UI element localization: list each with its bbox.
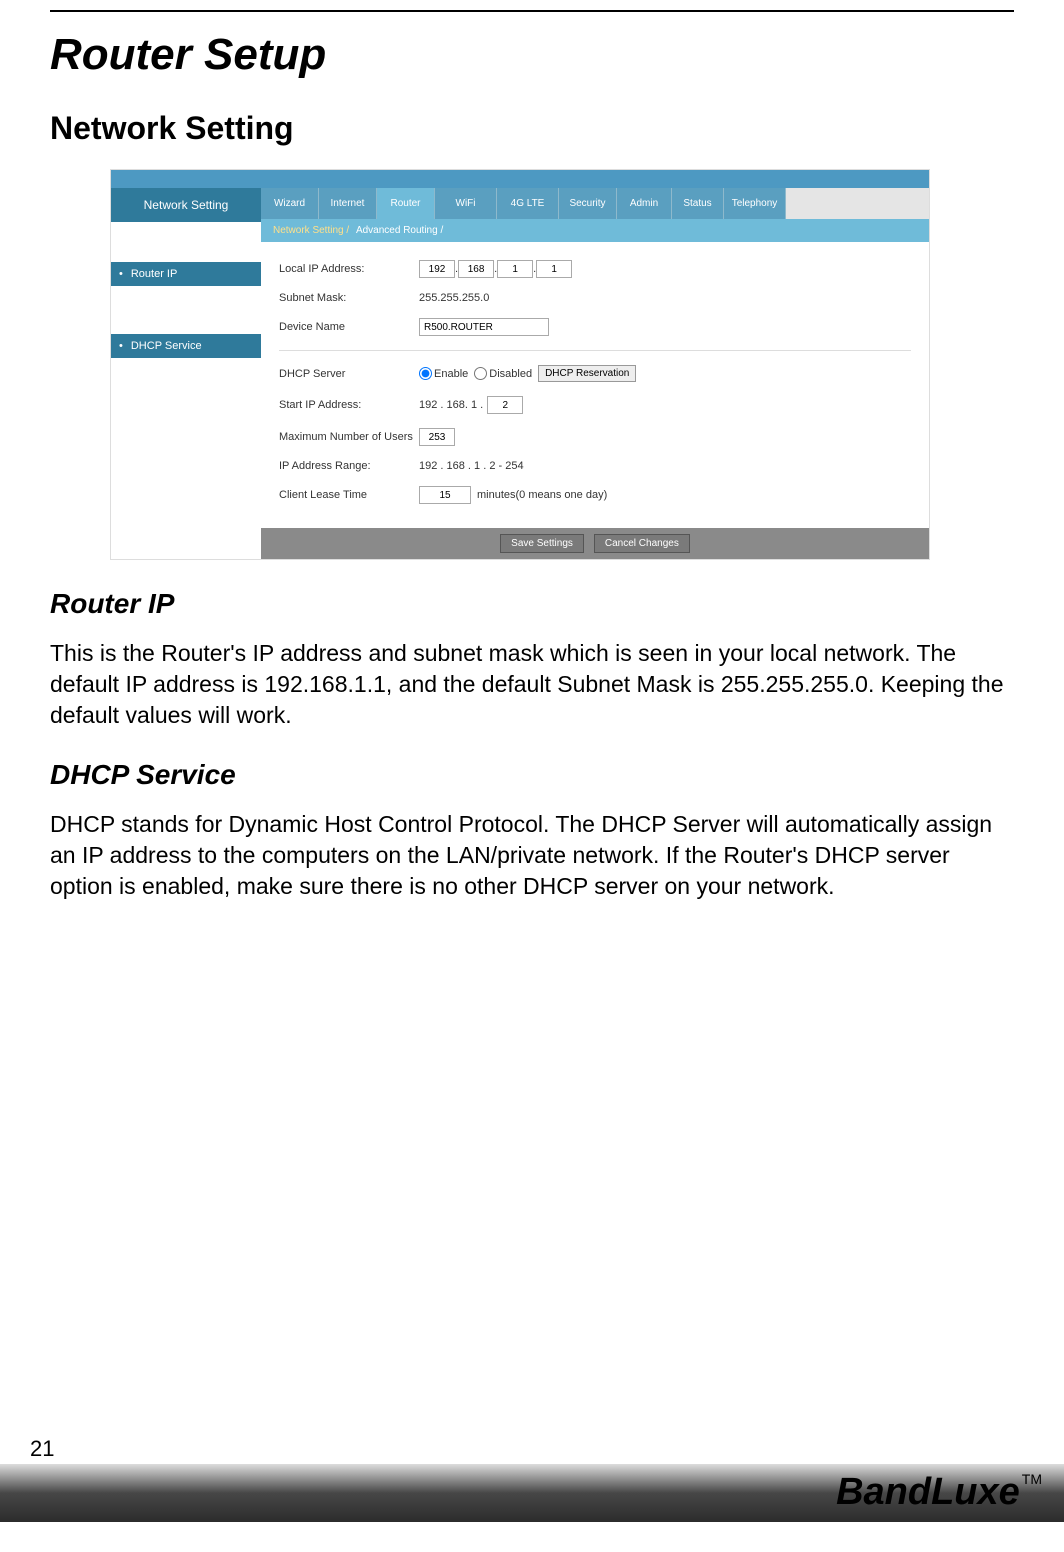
max-users-field[interactable] [419,428,455,446]
top-tabs: Wizard Internet Router WiFi 4G LTE Secur… [261,188,929,219]
start-ip-last-octet[interactable] [487,396,523,414]
label-ip-range: IP Address Range: [279,460,419,472]
tab-status[interactable]: Status [672,188,724,219]
label-subnet-mask: Subnet Mask: [279,292,419,304]
page-top-rule [50,10,1014,12]
brand-text: BandLuxe [836,1471,1020,1513]
value-subnet-mask: 255.255.255.0 [419,292,489,304]
dhcp-enable-radio[interactable] [419,367,432,380]
page-title: Router Setup [50,30,1014,80]
heading-router-ip: Router IP [50,588,1014,620]
trademark-symbol: TM [1022,1471,1042,1487]
action-button-bar: Save Settings Cancel Changes [261,528,929,559]
dhcp-disabled-label: Disabled [489,368,532,380]
label-start-ip: Start IP Address: [279,399,419,411]
device-name-field[interactable] [419,318,549,336]
left-sidebar: Network Setting Router IP DHCP Service [111,188,261,559]
label-local-ip: Local IP Address: [279,263,419,275]
dhcp-disabled-radio[interactable] [474,367,487,380]
tab-4glte[interactable]: 4G LTE [497,188,559,219]
form-area: Local IP Address: . . . Subnet Mask: 255… [261,242,929,528]
sub-tab-bar: Network Setting / Advanced Routing / [261,219,929,242]
sidebar-dhcp-service[interactable]: DHCP Service [111,334,261,358]
router-admin-screenshot: Network Setting Router IP DHCP Service W… [110,169,930,560]
brand-logo: BandLuxeTM [836,1471,1042,1514]
tab-router[interactable]: Router [377,188,435,219]
tab-telephony[interactable]: Telephony [724,188,786,219]
tab-wifi[interactable]: WiFi [435,188,497,219]
paragraph-router-ip: This is the Router's IP address and subn… [50,638,1014,731]
tab-admin[interactable]: Admin [617,188,672,219]
sidebar-network-setting[interactable]: Network Setting [111,188,261,222]
subtab-network-setting[interactable]: Network Setting / [273,225,349,236]
subtab-advanced-routing[interactable]: Advanced Routing / [356,225,443,236]
lease-time-field[interactable] [419,486,471,504]
lease-time-suffix: minutes(0 means one day) [477,489,607,501]
page-number: 21 [30,1436,54,1462]
local-ip-octet4[interactable] [536,260,572,278]
local-ip-octet3[interactable] [497,260,533,278]
save-settings-button[interactable]: Save Settings [500,534,584,553]
section-heading: Network Setting [50,110,1014,147]
tab-internet[interactable]: Internet [319,188,377,219]
paragraph-dhcp-service: DHCP stands for Dynamic Host Control Pro… [50,809,1014,902]
cancel-changes-button[interactable]: Cancel Changes [594,534,690,553]
label-dhcp-server: DHCP Server [279,368,419,380]
label-lease-time: Client Lease Time [279,489,419,501]
divider [279,350,911,351]
label-max-users: Maximum Number of Users [279,431,419,443]
start-ip-prefix: 192 . 168. 1 . [419,399,483,411]
local-ip-octet2[interactable] [458,260,494,278]
value-ip-range: 192 . 168 . 1 . 2 - 254 [419,460,524,472]
sidebar-router-ip[interactable]: Router IP [111,262,261,286]
dhcp-enable-label: Enable [434,368,468,380]
local-ip-octet1[interactable] [419,260,455,278]
tab-security[interactable]: Security [559,188,617,219]
tab-wizard[interactable]: Wizard [261,188,319,219]
dhcp-reservation-button[interactable]: DHCP Reservation [538,365,636,382]
window-titlebar [111,170,929,188]
heading-dhcp-service: DHCP Service [50,759,1014,791]
label-device-name: Device Name [279,321,419,333]
